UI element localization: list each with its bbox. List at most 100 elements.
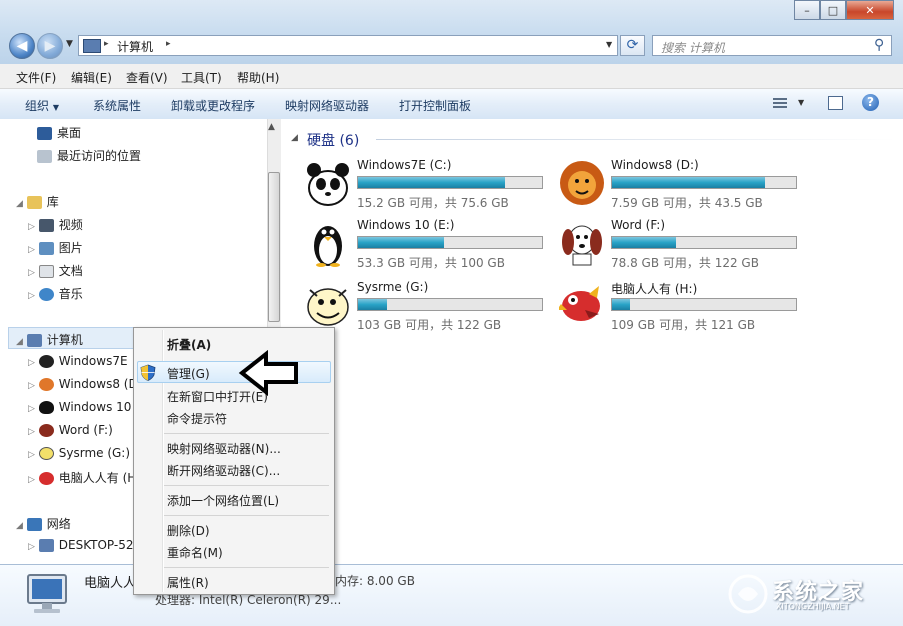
view-options-icon[interactable]: [773, 96, 789, 110]
collapsed-triangle-icon[interactable]: ▷: [28, 381, 35, 391]
drive-tile-e[interactable]: Windows 10 (E:) 53.3 GB 可用，共 100 GB: [305, 218, 550, 276]
nav-network[interactable]: ◢ 网络: [16, 515, 71, 532]
collapsed-triangle-icon[interactable]: ▷: [28, 450, 35, 460]
menu-item-manage[interactable]: 管理(G): [167, 365, 210, 382]
menu-item-cmd[interactable]: 命令提示符: [167, 410, 227, 427]
drive-usage-fill: [358, 177, 506, 188]
group-collapse-icon[interactable]: ◢: [291, 133, 298, 143]
search-icon[interactable]: ⚲: [874, 37, 884, 53]
computer-icon: [27, 574, 67, 613]
open-control-panel-button[interactable]: 打开控制面板: [399, 97, 471, 114]
desktop-icon: [37, 127, 52, 140]
drive-name: Windows 10 (E:): [357, 218, 455, 232]
expanded-triangle-icon[interactable]: ◢: [16, 521, 23, 531]
drive-tile-g[interactable]: Sysrme (G:) 103 GB 可用，共 122 GB: [305, 280, 550, 338]
nav-library[interactable]: ◢ 库: [16, 193, 59, 210]
map-network-drive-button[interactable]: 映射网络驱动器: [285, 97, 369, 114]
nav-drive-f[interactable]: ▷ Word (F:): [28, 423, 113, 437]
expanded-triangle-icon[interactable]: ◢: [16, 199, 23, 209]
drive-space: 15.2 GB 可用，共 75.6 GB: [357, 196, 509, 210]
nav-recent-places[interactable]: 最近访问的位置: [37, 147, 141, 164]
preview-pane-icon[interactable]: [828, 96, 843, 110]
panda-icon: [307, 163, 349, 206]
search-placeholder: 搜索 计算机: [661, 41, 725, 55]
collapsed-triangle-icon[interactable]: ▷: [28, 291, 35, 301]
nav-network-desktop[interactable]: ▷ DESKTOP-52: [28, 538, 133, 552]
menu-item-map-drive[interactable]: 映射网络驱动器(N)...: [167, 440, 281, 457]
group-header-hard-disks[interactable]: 硬盘 (6): [307, 130, 359, 150]
search-input[interactable]: 搜索 计算机 ⚲: [652, 35, 892, 56]
breadcrumb-separator[interactable]: ▸: [166, 39, 171, 49]
menu-tools[interactable]: 工具(T): [181, 69, 222, 86]
nav-drive-e[interactable]: ▷ Windows 10: [28, 400, 131, 414]
help-icon[interactable]: ?: [862, 94, 879, 111]
menu-view[interactable]: 查看(V): [126, 69, 168, 86]
maximize-button[interactable]: □: [820, 0, 846, 20]
collapsed-triangle-icon[interactable]: ▷: [28, 268, 35, 278]
uac-shield-icon: [140, 364, 156, 381]
music-icon: [38, 288, 54, 301]
drive-space: 109 GB 可用，共 121 GB: [611, 318, 756, 332]
drive-usage-bar: [357, 236, 543, 249]
nav-library-music[interactable]: ▷ 音乐: [28, 285, 83, 302]
details-memory: 内存: 8.00 GB: [335, 574, 415, 588]
nav-library-videos[interactable]: ▷ 视频: [28, 216, 83, 233]
scroll-up-arrow-icon[interactable]: ▲: [268, 122, 275, 132]
nav-scrollbar-thumb[interactable]: [268, 172, 280, 322]
collapsed-triangle-icon[interactable]: ▷: [28, 245, 35, 255]
lion-icon: [560, 161, 604, 205]
forward-button[interactable]: ▶: [37, 33, 63, 59]
pictures-icon: [38, 242, 54, 255]
breadcrumb-computer[interactable]: 计算机: [117, 38, 153, 55]
system-properties-button[interactable]: 系统属性: [93, 97, 141, 114]
menu-item-rename[interactable]: 重命名(M): [167, 544, 223, 561]
nav-desktop[interactable]: 桌面: [37, 124, 81, 141]
nav-drive-g[interactable]: ▷ Sysrme (G:): [28, 446, 130, 460]
organize-label: 组织: [25, 99, 50, 113]
address-dropdown-icon[interactable]: ▼: [606, 40, 612, 49]
collapsed-triangle-icon[interactable]: ▷: [28, 542, 35, 552]
breadcrumb-separator[interactable]: ▸: [104, 39, 109, 49]
organize-button[interactable]: 组织 ▼: [25, 97, 59, 114]
address-bar[interactable]: ▸ 计算机 ▸ ▼: [78, 35, 618, 56]
menu-file[interactable]: 文件(F): [16, 69, 56, 86]
collapsed-triangle-icon[interactable]: ▷: [28, 358, 35, 368]
menu-help[interactable]: 帮助(H): [237, 69, 279, 86]
drive-usage-fill: [612, 177, 765, 188]
drive-usage-fill: [612, 299, 631, 310]
watermark-logo-icon: [728, 574, 768, 614]
expanded-triangle-icon[interactable]: ◢: [16, 337, 23, 347]
collapsed-triangle-icon[interactable]: ▷: [28, 222, 35, 232]
drive-space: 7.59 GB 可用，共 43.5 GB: [611, 196, 763, 210]
drive-tile-d[interactable]: Windows8 (D:) 7.59 GB 可用，共 43.5 GB: [559, 158, 804, 216]
nav-library-pictures[interactable]: ▷ 图片: [28, 239, 83, 256]
collapsed-triangle-icon[interactable]: ▷: [28, 404, 35, 414]
recent-pages-dropdown[interactable]: ▼: [66, 39, 73, 49]
drive-tile-f[interactable]: Word (F:) 78.8 GB 可用，共 122 GB: [559, 218, 804, 276]
nav-computer[interactable]: ◢ 计算机: [16, 331, 83, 348]
drive-tile-h[interactable]: 电脑人人有 (H:) 109 GB 可用，共 121 GB: [559, 280, 804, 338]
menu-item-add-location[interactable]: 添加一个网络位置(L): [167, 492, 279, 509]
view-dropdown-icon[interactable]: ▼: [798, 98, 804, 107]
menu-item-delete[interactable]: 删除(D): [167, 522, 210, 539]
refresh-button[interactable]: ⟳: [620, 35, 645, 56]
menu-edit[interactable]: 编辑(E): [71, 69, 112, 86]
collapsed-triangle-icon[interactable]: ▷: [28, 427, 35, 437]
nav-library-documents[interactable]: ▷ 文档: [28, 262, 83, 279]
drive-tile-c[interactable]: Windows7E (C:) 15.2 GB 可用，共 75.6 GB: [305, 158, 550, 216]
menu-item-disconnect-drive[interactable]: 断开网络驱动器(C)...: [167, 462, 280, 479]
drive-usage-bar: [357, 176, 543, 189]
back-button[interactable]: ◀: [9, 33, 35, 59]
drive-usage-fill: [358, 237, 445, 248]
nav-drive-h[interactable]: ▷ 电脑人人有 (H: [28, 469, 136, 486]
menu-item-collapse[interactable]: 折叠(A): [167, 336, 211, 353]
nav-drive-d[interactable]: ▷ Windows8 (D: [28, 377, 138, 391]
close-button[interactable]: ✕: [846, 0, 894, 20]
minimize-button[interactable]: –: [794, 0, 820, 20]
computer-icon: [26, 334, 42, 347]
lion-icon: [38, 378, 54, 391]
menu-item-properties[interactable]: 属性(R): [167, 574, 209, 591]
nav-drive-c[interactable]: ▷ Windows7E: [28, 354, 128, 368]
collapsed-triangle-icon[interactable]: ▷: [28, 475, 35, 485]
uninstall-program-button[interactable]: 卸载或更改程序: [171, 97, 255, 114]
